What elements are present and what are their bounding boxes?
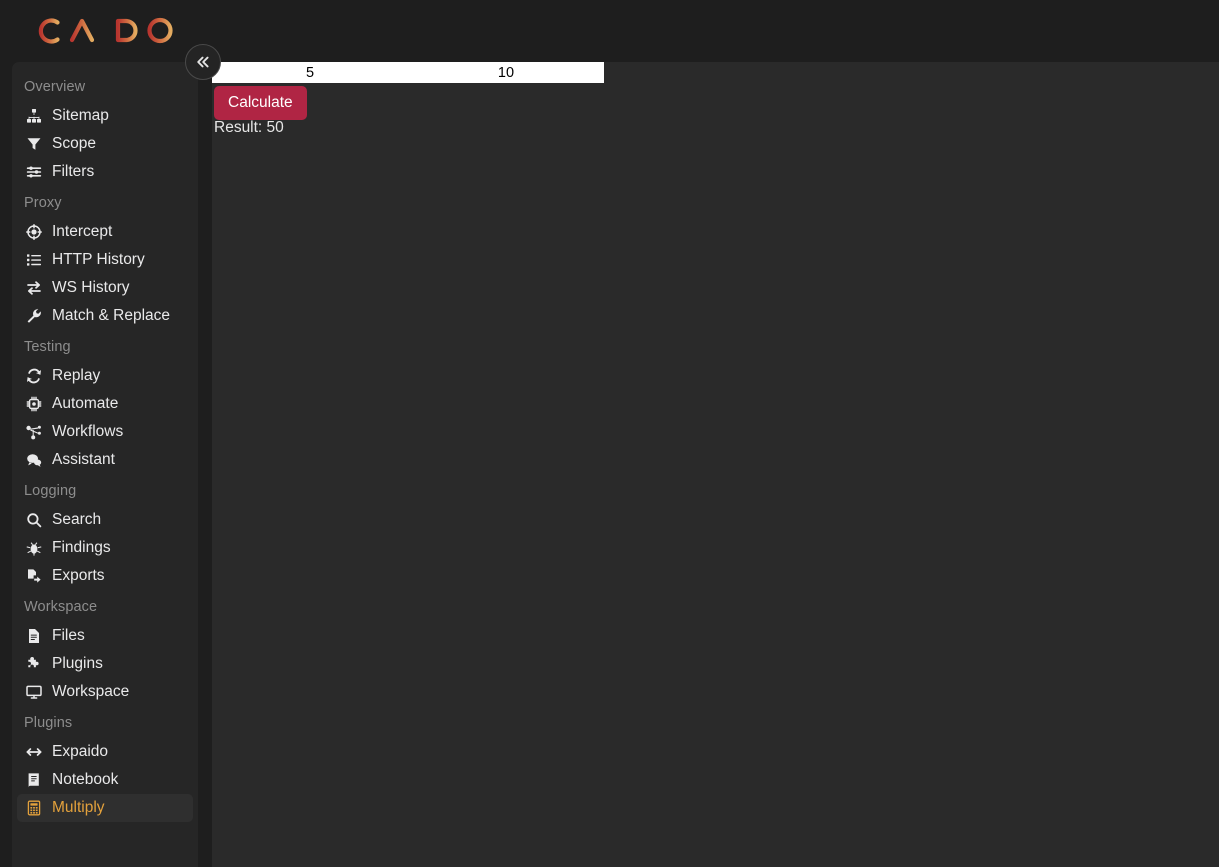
second-number-input[interactable] xyxy=(408,62,604,83)
group-label-overview: Overview xyxy=(24,79,86,95)
sidebar-item-search[interactable]: Search xyxy=(17,506,193,534)
nav-group-logging: Logging Search Findings Exports xyxy=(12,476,198,590)
workflow-icon xyxy=(24,424,43,441)
exchange-icon xyxy=(24,280,43,297)
group-label-proxy: Proxy xyxy=(24,195,62,211)
sidebar-item-label: Scope xyxy=(52,135,96,152)
nav-group-plugins: Plugins Expaido Notebook Multiply xyxy=(12,708,198,822)
sidebar-item-intercept[interactable]: Intercept xyxy=(17,218,193,246)
caido-logo xyxy=(34,14,180,48)
file-icon xyxy=(24,628,43,645)
book-icon xyxy=(24,772,43,789)
sidebar-item-replay[interactable]: Replay xyxy=(17,362,193,390)
sidebar-item-findings[interactable]: Findings xyxy=(17,534,193,562)
sidebar-item-label: Plugins xyxy=(52,655,103,672)
group-label-workspace: Workspace xyxy=(24,599,98,615)
group-label-logging: Logging xyxy=(24,483,77,499)
list-icon xyxy=(24,252,43,269)
collapse-sidebar-button[interactable] xyxy=(185,44,221,80)
sidebar-item-ws-history[interactable]: WS History xyxy=(17,274,193,302)
sidebar-item-notebook[interactable]: Notebook xyxy=(17,766,193,794)
monitor-icon xyxy=(24,684,43,701)
sidebar-item-expaido[interactable]: Expaido xyxy=(17,738,193,766)
nav-group-proxy: Proxy Intercept HTTP History WS History xyxy=(12,188,198,330)
sidebar-item-scope[interactable]: Scope xyxy=(17,130,193,158)
sidebar-item-match-replace[interactable]: Match & Replace xyxy=(17,302,193,330)
sidebar-item-sitemap[interactable]: Sitemap xyxy=(17,102,193,130)
sidebar-item-label: Automate xyxy=(52,395,119,412)
calculate-button[interactable]: Calculate xyxy=(214,86,307,120)
sidebar-item-filters[interactable]: Filters xyxy=(17,158,193,186)
refresh-icon xyxy=(24,368,43,385)
wrench-icon xyxy=(24,308,43,325)
sidebar-item-workflows[interactable]: Workflows xyxy=(17,418,193,446)
chevron-double-left-icon xyxy=(194,53,212,71)
nav-group-overview: Overview Sitemap Scope Filters xyxy=(12,72,198,186)
sidebar-item-label: Workspace xyxy=(52,683,130,700)
sidebar-item-label: Notebook xyxy=(52,771,119,788)
funnel-icon xyxy=(24,136,43,153)
arrows-lr-icon xyxy=(24,744,43,761)
nav-group-workspace: Workspace Files Plugins Workspace xyxy=(12,592,198,706)
sidebar-item-label: Expaido xyxy=(52,743,109,760)
chip-icon xyxy=(24,396,43,413)
caido-app-window: Overview Sitemap Scope Filters Proxy Int… xyxy=(0,0,1219,867)
chat-icon xyxy=(24,452,43,469)
plugin-content-area: Calculate Result: 50 xyxy=(212,62,1219,867)
sidebar-item-label: Workflows xyxy=(52,423,124,440)
sidebar-item-http-history[interactable]: HTTP History xyxy=(17,246,193,274)
bug-icon xyxy=(24,540,43,557)
sitemap-icon xyxy=(24,108,43,125)
first-number-input[interactable] xyxy=(212,62,408,83)
sidebar-item-workspace[interactable]: Workspace xyxy=(17,678,193,706)
crosshair-icon xyxy=(24,224,43,241)
sliders-icon xyxy=(24,164,43,181)
sidebar-item-label: Search xyxy=(52,511,102,528)
nav-group-testing: Testing Replay Automate Workflows Assist… xyxy=(12,332,198,474)
sidebar-item-label: WS History xyxy=(52,279,130,296)
group-label-plugins: Plugins xyxy=(24,715,73,731)
sidebar-item-exports[interactable]: Exports xyxy=(17,562,193,590)
sidebar-item-label: Sitemap xyxy=(52,107,109,124)
title-bar xyxy=(0,0,1219,62)
sidebar-item-label: Files xyxy=(52,627,85,644)
sidebar-item-label: Assistant xyxy=(52,451,115,468)
puzzle-icon xyxy=(24,656,43,673)
search-icon xyxy=(24,512,43,529)
sidebar-item-label: Filters xyxy=(52,163,95,180)
result-label: Result: 50 xyxy=(214,119,284,136)
sidebar-item-label: Findings xyxy=(52,539,111,556)
group-label-testing: Testing xyxy=(24,339,71,355)
sidebar-item-label: Intercept xyxy=(52,223,113,240)
sidebar-item-automate[interactable]: Automate xyxy=(17,390,193,418)
sidebar-item-assistant[interactable]: Assistant xyxy=(17,446,193,474)
calculator-icon xyxy=(24,800,43,817)
sidebar-item-files[interactable]: Files xyxy=(17,622,193,650)
number-inputs-row xyxy=(212,62,604,83)
sidebar-item-label: Multiply xyxy=(52,799,105,816)
sidebar-item-multiply[interactable]: Multiply xyxy=(17,794,193,822)
sidebar-item-label: Replay xyxy=(52,367,101,384)
sidebar-item-label: Exports xyxy=(52,567,105,584)
sidebar-item-plugins[interactable]: Plugins xyxy=(17,650,193,678)
sidebar-nav: Overview Sitemap Scope Filters Proxy Int… xyxy=(12,62,198,867)
sidebar-item-label: HTTP History xyxy=(52,251,145,268)
export-icon xyxy=(24,568,43,585)
sidebar-item-label: Match & Replace xyxy=(52,307,171,324)
